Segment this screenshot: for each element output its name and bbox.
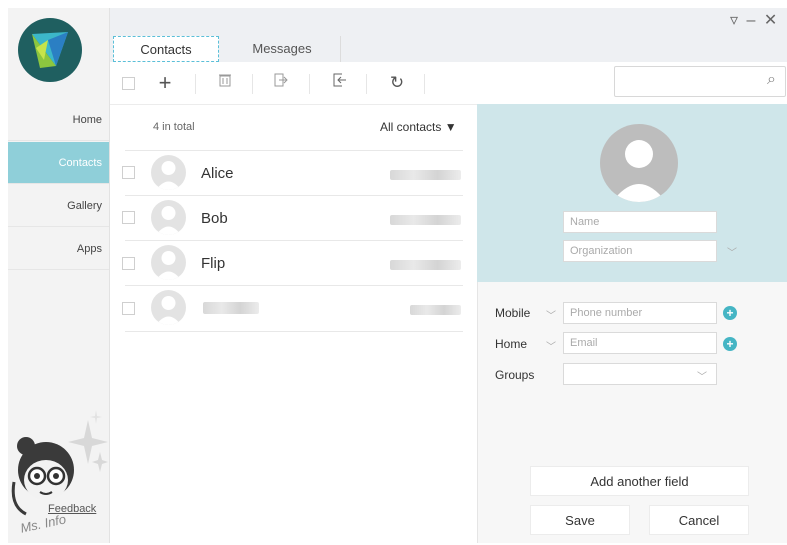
add-phone-icon[interactable]: +: [723, 306, 737, 320]
refresh-icon[interactable]: ↻: [386, 72, 408, 94]
row-checkbox[interactable]: [122, 166, 135, 179]
row-checkbox[interactable]: [122, 257, 135, 270]
avatar: [151, 155, 186, 190]
sidebar-item-label: Gallery: [67, 200, 102, 212]
avatar: [151, 245, 186, 280]
toolbar-divider: [309, 74, 310, 94]
window-controls[interactable]: ▿ – ✕: [730, 10, 779, 30]
tab-label: Contacts: [140, 42, 192, 57]
feedback-link[interactable]: Feedback: [48, 503, 96, 515]
email-type-label[interactable]: Home: [495, 337, 527, 351]
avatar: [151, 290, 186, 325]
save-button[interactable]: Save: [530, 505, 630, 535]
sidebar-item-label: Contacts: [58, 157, 102, 169]
contact-name-redacted: [203, 302, 259, 314]
name-field[interactable]: Name: [563, 211, 717, 233]
divider: [125, 331, 463, 332]
app-logo: [18, 18, 82, 82]
chevron-down-icon[interactable]: ﹀: [546, 307, 556, 322]
add-field-button[interactable]: Add another field: [530, 466, 749, 496]
phone-field[interactable]: Phone number: [563, 302, 717, 324]
contact-name: Bob: [201, 210, 228, 227]
sidebar-item-contacts[interactable]: Contacts: [8, 142, 109, 184]
filter-dropdown[interactable]: All contacts ▼: [380, 120, 457, 134]
toolbar-divider: [252, 74, 253, 94]
cancel-button[interactable]: Cancel: [649, 505, 749, 535]
avatar: [151, 200, 186, 235]
phone-type-label[interactable]: Mobile: [495, 306, 530, 320]
organization-field[interactable]: Organization: [563, 240, 717, 262]
sidebar-item-home[interactable]: Home: [8, 99, 109, 141]
contact-name: Alice: [201, 165, 234, 182]
select-all-checkbox[interactable]: [122, 77, 135, 90]
tab-messages[interactable]: Messages: [224, 36, 341, 62]
chevron-down-icon[interactable]: ﹀: [727, 244, 737, 259]
contact-count: 4 in total: [153, 121, 195, 133]
contact-name: Flip: [201, 255, 226, 272]
toolbar-divider: [366, 74, 367, 94]
sidebar-item-label: Apps: [76, 243, 102, 255]
contact-detail-redacted: [390, 215, 461, 225]
search-icon[interactable]: ⌕: [767, 71, 776, 89]
search-input[interactable]: [614, 66, 786, 97]
add-email-icon[interactable]: +: [723, 337, 737, 351]
tab-contacts[interactable]: Contacts: [113, 36, 219, 62]
contact-detail-redacted: [390, 170, 461, 180]
import-icon[interactable]: [329, 72, 351, 94]
add-icon[interactable]: +: [154, 72, 176, 94]
sidebar-item-label: Home: [72, 114, 102, 126]
toolbar-divider: [424, 74, 425, 94]
toolbar-divider: [195, 74, 196, 94]
tab-label: Messages: [252, 41, 312, 56]
row-checkbox[interactable]: [122, 302, 135, 315]
groups-label: Groups: [495, 368, 535, 382]
export-icon[interactable]: [270, 72, 292, 94]
chevron-down-icon[interactable]: ﹀: [546, 338, 556, 353]
sidebar-item-apps[interactable]: Apps: [8, 228, 109, 270]
email-field[interactable]: Email: [563, 332, 717, 354]
contact-avatar[interactable]: [600, 124, 678, 202]
contact-detail-redacted: [410, 305, 461, 315]
contact-detail-redacted: [390, 260, 461, 270]
row-checkbox[interactable]: [122, 211, 135, 224]
sidebar-item-gallery[interactable]: Gallery: [8, 185, 109, 227]
groups-select[interactable]: [563, 363, 717, 385]
delete-icon[interactable]: [214, 72, 236, 94]
chevron-down-icon[interactable]: ﹀: [697, 368, 707, 383]
